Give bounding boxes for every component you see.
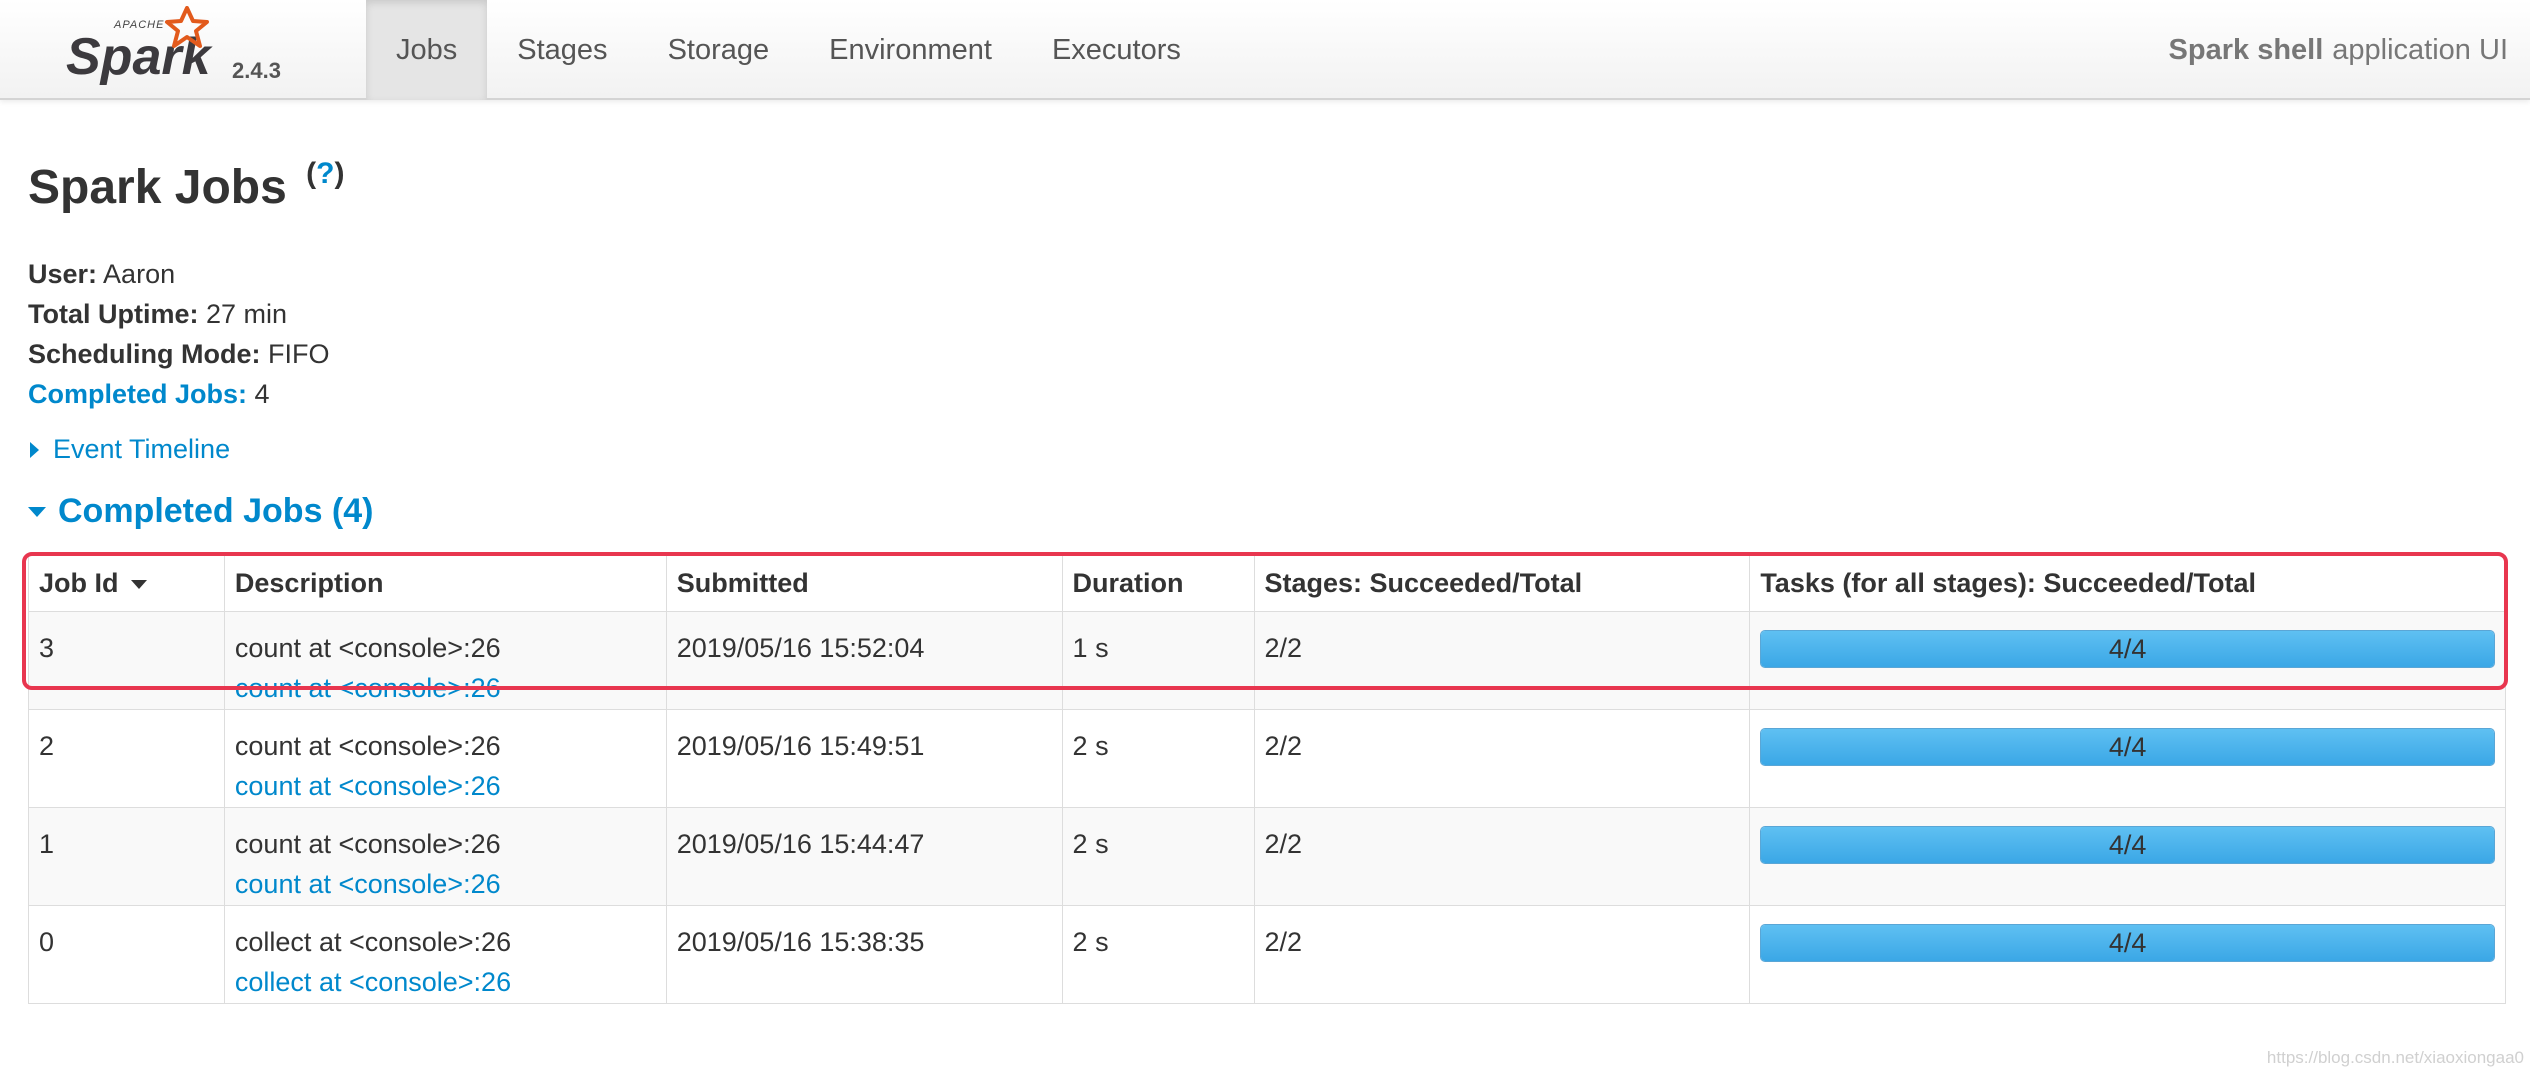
summary-scheduling-mode: Scheduling Mode: FIFO xyxy=(28,334,330,374)
column-header-description[interactable]: Description xyxy=(223,555,667,612)
job-id-cell: 0 xyxy=(28,905,225,1004)
stages-cell: 2/2 xyxy=(1253,807,1751,906)
tasks-progress-label: 4/4 xyxy=(2108,732,2147,762)
spark-version: 2.4.3 xyxy=(232,58,281,83)
duration-cell: 2 s xyxy=(1061,905,1255,1004)
uptime-value: 27 min xyxy=(206,299,288,329)
job-description: count at <console>:26 xyxy=(234,633,501,663)
submitted-cell: 2019/05/16 15:49:51 xyxy=(665,709,1063,808)
job-id-header-label: Job Id xyxy=(39,568,119,598)
watermark-text: https://blog.csdn.net/xiaoxiongaa0 xyxy=(2266,1048,2524,1067)
column-header-tasks[interactable]: Tasks (for all stages): Succeeded/Total xyxy=(1749,555,2506,612)
tasks-progress-label: 4/4 xyxy=(2108,830,2147,860)
completed-jobs-heading-text: Completed Jobs (4) xyxy=(58,492,374,530)
scheduling-mode-label: Scheduling Mode: xyxy=(28,339,261,369)
submitted-cell: 2019/05/16 15:38:35 xyxy=(665,905,1063,1004)
completed-jobs-table: Job Id Description Submitted Duration St… xyxy=(28,555,2506,1004)
job-id-cell: 2 xyxy=(28,709,225,808)
job-id-cell: 3 xyxy=(28,611,225,710)
caret-right-icon xyxy=(30,441,39,458)
top-navbar: APACHE Spark 2.4.3 Jobs Stages Storage E… xyxy=(0,0,2530,100)
submitted-cell: 2019/05/16 15:52:04 xyxy=(665,611,1063,710)
page-title: Spark Jobs (?) xyxy=(28,157,344,215)
tasks-cell: 4/4 xyxy=(1749,709,2506,808)
page-title-text: Spark Jobs xyxy=(28,161,287,214)
tab-jobs[interactable]: Jobs xyxy=(366,0,488,100)
uptime-label: Total Uptime: xyxy=(28,299,199,329)
tab-stages[interactable]: Stages xyxy=(487,0,637,100)
tasks-progress-bar: 4/4 xyxy=(1760,630,2495,668)
duration-cell: 2 s xyxy=(1061,709,1255,808)
job-description-link[interactable]: count at <console>:26 xyxy=(235,766,656,806)
description-cell: count at <console>:26 count at <console>… xyxy=(223,709,667,808)
completed-jobs-heading[interactable]: Completed Jobs (4) xyxy=(28,492,373,531)
column-header-stages[interactable]: Stages: Succeeded/Total xyxy=(1253,555,1751,612)
job-description-link[interactable]: count at <console>:26 xyxy=(235,864,656,904)
tasks-progress-label: 4/4 xyxy=(2108,928,2147,958)
caret-down-icon xyxy=(130,580,147,590)
description-cell: collect at <console>:26 collect at <cons… xyxy=(223,905,667,1004)
duration-cell: 2 s xyxy=(1061,807,1255,906)
job-id-cell: 1 xyxy=(28,807,225,906)
column-header-submitted[interactable]: Submitted xyxy=(665,555,1063,612)
event-timeline-toggle[interactable]: Event Timeline xyxy=(30,434,230,465)
tasks-progress-bar: 4/4 xyxy=(1760,728,2495,766)
column-header-job-id[interactable]: Job Id xyxy=(28,555,225,612)
job-description: collect at <console>:26 xyxy=(234,927,512,957)
tasks-cell: 4/4 xyxy=(1749,905,2506,1004)
job-description-link[interactable]: collect at <console>:26 xyxy=(235,962,656,1002)
svg-text:Spark: Spark xyxy=(66,28,214,86)
tasks-progress-label: 4/4 xyxy=(2108,634,2147,664)
application-suffix: application UI xyxy=(2332,33,2508,66)
table-row: 1 count at <console>:26 count at <consol… xyxy=(28,807,2506,906)
job-description: count at <console>:26 xyxy=(234,829,501,859)
stages-cell: 2/2 xyxy=(1253,905,1751,1004)
duration-cell: 1 s xyxy=(1061,611,1255,710)
job-summary: User: Aaron Total Uptime: 27 min Schedul… xyxy=(28,254,330,414)
table-row: 3 count at <console>:26 count at <consol… xyxy=(28,611,2506,710)
tasks-progress-bar: 4/4 xyxy=(1760,826,2495,864)
tasks-progress-bar: 4/4 xyxy=(1760,924,2495,962)
tasks-cell: 4/4 xyxy=(1749,807,2506,906)
nav-tabs: Jobs Stages Storage Environment Executor… xyxy=(366,0,1211,100)
submitted-cell: 2019/05/16 15:44:47 xyxy=(665,807,1063,906)
summary-uptime: Total Uptime: 27 min xyxy=(28,294,330,334)
tab-executors[interactable]: Executors xyxy=(1022,0,1211,100)
help-icon: ? xyxy=(316,157,335,190)
description-cell: count at <console>:26 count at <console>… xyxy=(223,611,667,710)
spark-logo[interactable]: APACHE Spark 2.4.3 xyxy=(62,6,302,94)
scheduling-mode-value: FIFO xyxy=(268,339,330,369)
stages-cell: 2/2 xyxy=(1253,611,1751,710)
summary-completed-jobs: Completed Jobs: 4 xyxy=(28,374,330,414)
job-description-link[interactable]: count at <console>:26 xyxy=(235,668,656,708)
application-title: Spark shell application UI xyxy=(2169,0,2508,100)
help-open-paren: ( xyxy=(306,157,317,190)
column-header-duration[interactable]: Duration xyxy=(1061,555,1255,612)
completed-jobs-link[interactable]: Completed Jobs: xyxy=(28,379,247,409)
job-description: count at <console>:26 xyxy=(234,731,501,761)
tab-environment[interactable]: Environment xyxy=(799,0,1022,100)
description-cell: count at <console>:26 count at <console>… xyxy=(223,807,667,906)
stages-cell: 2/2 xyxy=(1253,709,1751,808)
completed-jobs-count: 4 xyxy=(254,379,270,409)
summary-user: User: Aaron xyxy=(28,254,330,294)
help-close-paren: ) xyxy=(334,157,345,190)
tasks-cell: 4/4 xyxy=(1749,611,2506,710)
table-header-row: Job Id Description Submitted Duration St… xyxy=(28,555,2506,612)
help-link[interactable]: (?) xyxy=(306,157,344,190)
application-name: Spark shell xyxy=(2168,33,2324,66)
table-row: 0 collect at <console>:26 collect at <co… xyxy=(28,905,2506,1004)
spark-logo-graphic: APACHE Spark xyxy=(66,6,214,86)
table-row: 2 count at <console>:26 count at <consol… xyxy=(28,709,2506,808)
event-timeline-label: Event Timeline xyxy=(53,434,231,464)
tab-storage[interactable]: Storage xyxy=(638,0,800,100)
user-value: Aaron xyxy=(103,259,176,289)
user-label: User: xyxy=(28,259,98,289)
caret-down-icon xyxy=(28,506,46,517)
